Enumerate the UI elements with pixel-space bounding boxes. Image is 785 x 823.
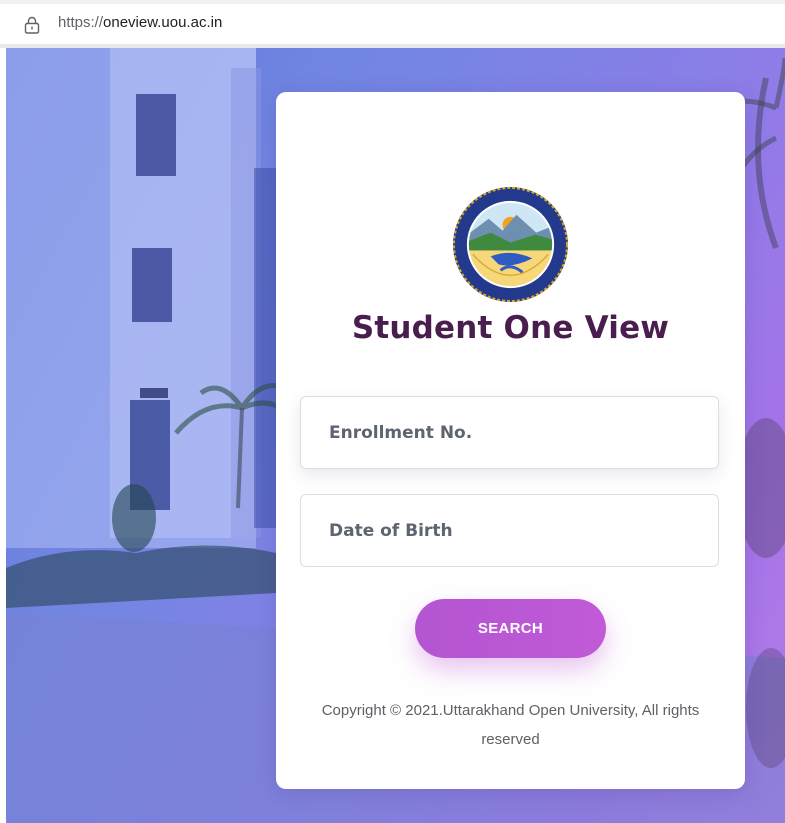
copyright-text: Copyright © 2021.Uttarakhand Open Univer… <box>321 702 700 748</box>
url-scheme: https:// <box>58 14 104 31</box>
login-card: Student One View SEARCH Copyright © 2021… <box>276 92 745 789</box>
url-host: oneview.uou.ac.in <box>103 14 223 31</box>
campus-background: Student One View SEARCH Copyright © 2021… <box>6 48 785 823</box>
address-bar[interactable]: https://oneview.uou.ac.in <box>0 0 785 44</box>
search-button[interactable]: SEARCH <box>415 599 606 658</box>
enrollment-input[interactable] <box>300 396 719 469</box>
lock-icon <box>24 16 40 34</box>
date-of-birth-input[interactable] <box>300 494 719 567</box>
url-text[interactable]: https://oneview.uou.ac.in <box>58 14 222 31</box>
page-title: Student One View <box>351 310 670 346</box>
university-emblem-icon <box>452 186 569 303</box>
